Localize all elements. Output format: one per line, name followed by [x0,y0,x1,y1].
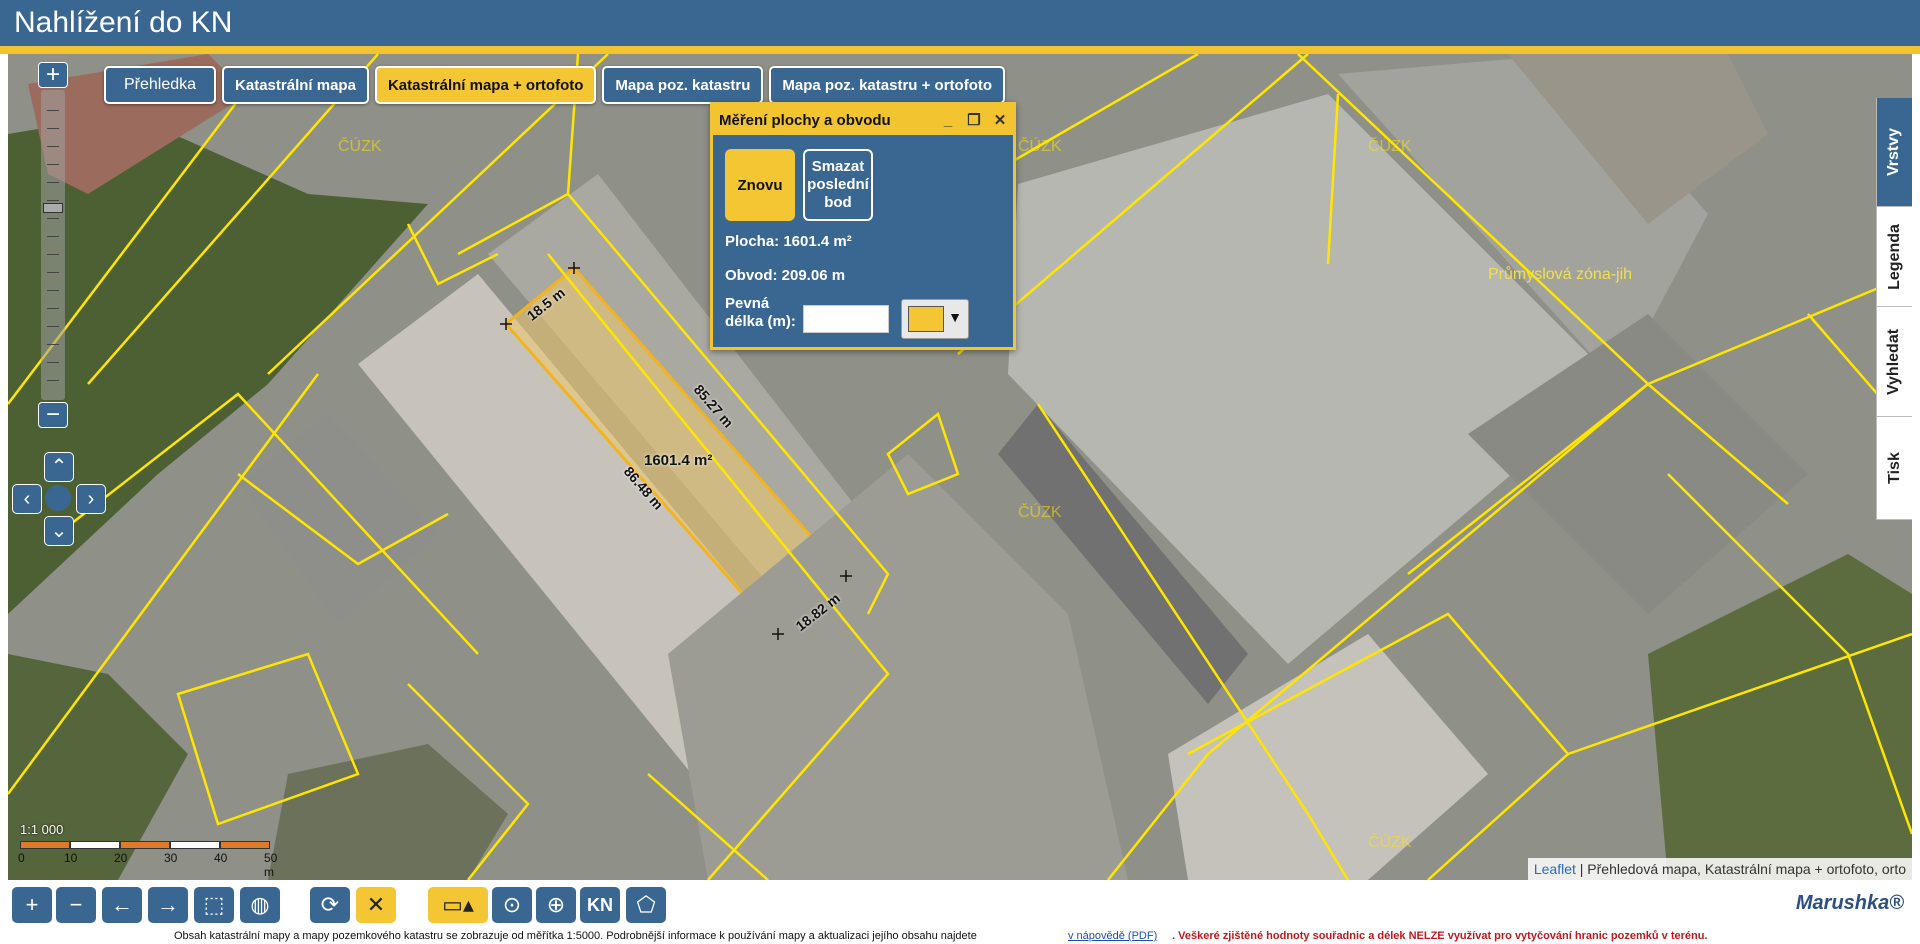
footer: Obsah katastrální mapy a mapy pozemkovéh… [0,928,1920,944]
side-tab-print[interactable]: Tisk [1876,416,1912,520]
close-icon[interactable]: ✕ [987,111,1013,129]
cancel-icon[interactable]: ✕ [356,887,396,923]
fixed-length-input[interactable] [803,305,889,333]
fixed-length-label: Pevná délka (m): [725,295,796,330]
scale-tick: 0 [18,851,25,865]
cuzk-watermark: ČÚZK [338,138,382,155]
footer-info: Obsah katastrální mapy a mapy pozemkovéh… [174,930,977,942]
header: Nahlížení do KN [0,0,1920,46]
refresh-icon[interactable]: ⟳ [310,887,350,923]
zoom-out-icon[interactable]: − [56,887,96,923]
gps-pin-icon[interactable]: ⊙ [492,887,532,923]
pan-down-button[interactable]: ⌄ [44,516,74,546]
zoom-rectangle-icon[interactable]: ⬚ [194,887,234,923]
delete-last-label: poslední [807,176,869,193]
zoom-in-button[interactable]: + [38,62,68,88]
back-arrow-icon[interactable]: ← [102,887,142,923]
layer-tab-overview[interactable]: Přehledka [104,66,217,104]
page-title: Nahlížení do KN [14,6,233,39]
map-attribution: Leaflet | Přehledová mapa, Katastrální m… [1527,858,1912,880]
app-window: Nahlížení do KN Průmyslová zóna-jih ČÚZK… [0,0,1920,944]
forward-arrow-icon[interactable]: → [148,887,188,923]
cuzk-watermark: ČÚZK [1018,138,1062,155]
cuzk-watermark: ČÚZK [1368,138,1412,155]
zoom-slider[interactable] [41,90,65,400]
select-parcel-icon[interactable]: ⬠ [626,887,666,923]
scale-tick: 20 [114,851,128,865]
maximize-icon[interactable]: ❐ [961,111,987,129]
measure-dialog-title: Měření plochy a obvodu [719,111,891,129]
side-tab-layers[interactable]: Vrstvy [1876,98,1912,206]
delete-last-point-button[interactable]: Smazat poslední bod [803,149,873,221]
scale-tick: 50 m [264,851,278,879]
pan-left-button[interactable]: ‹ [12,484,42,514]
layer-tab-land-cadastre[interactable]: Mapa poz. katastru [602,66,764,104]
restart-measure-button[interactable]: Znovu [725,149,795,221]
scale-tick: 30 [164,851,178,865]
locate-crosshair-icon[interactable]: ⊕ [536,887,576,923]
minimize-icon[interactable]: _ [935,112,961,129]
pan-control: ⌃ ‹ › ⌄ [12,452,106,548]
marushka-logo: Marushka® [1795,892,1904,914]
scale-ratio: 1:1 000 [20,822,64,837]
zone-label: Průmyslová zóna-jih [1488,266,1633,283]
measure-dialog: Měření plochy a obvodu _ ❐ ✕ Znovu Smaza… [710,102,1016,350]
layer-tab-land-cadastre-orthophoto[interactable]: Mapa poz. katastru + ortofoto [769,66,1006,104]
zoom-slider-handle[interactable] [43,203,63,213]
help-pdf-link[interactable]: v nápovědě (PDF) [1068,930,1157,942]
layer-tabs: Přehledka Katastrální mapa Katastrální m… [104,66,1006,104]
header-stripe [0,46,1920,54]
zoom-control: + − [38,62,68,428]
side-tab-legend[interactable]: Legenda [1876,206,1912,306]
cuzk-watermark: ČÚZK [1018,504,1062,521]
bottom-toolbar: + − ← → ⬚ ◍ ⟳ ✕ ▭▴ ⊙ ⊕ KN ⬠ Marushka® [0,880,1920,928]
color-swatch [908,306,944,332]
area-readout: Plocha: 1601.4 m² [725,233,852,250]
delete-last-label: bod [824,194,852,211]
perimeter-readout: Obvod: 209.06 m [725,267,846,284]
color-picker[interactable]: ▼ [901,299,969,339]
scale-tick: 10 [64,851,78,865]
measure-dialog-titlebar[interactable]: Měření plochy a obvodu _ ❐ ✕ [713,105,1013,135]
attribution-text: | Přehledová mapa, Katastrální mapa + or… [1575,861,1906,877]
chevron-down-icon: ▼ [948,309,962,325]
scale-bar: 1:1 000 0 10 20 30 40 50 m [18,822,280,879]
pan-up-button[interactable]: ⌃ [44,452,74,482]
area-label: 1601.4 m² [644,452,713,469]
layer-tab-cadastral-orthophoto[interactable]: Katastrální mapa + ortofoto [374,66,597,104]
globe-icon[interactable]: ◍ [240,887,280,923]
kn-button[interactable]: KN [580,887,620,923]
ruler-measure-icon[interactable]: ▭▴ [428,887,488,923]
layer-tab-cadastral-map[interactable]: Katastrální mapa [222,66,369,104]
cuzk-watermark: ČÚZK [1368,834,1412,851]
zoom-in-icon[interactable]: + [12,887,52,923]
pan-right-button[interactable]: › [76,484,106,514]
pan-center-button[interactable] [45,485,71,511]
delete-last-label: Smazat [811,158,865,175]
leaflet-link[interactable]: Leaflet [1534,861,1576,877]
zoom-out-button[interactable]: − [38,402,68,428]
side-tab-search[interactable]: Vyhledat [1876,306,1912,416]
scale-tick: 40 [214,851,228,865]
footer-warning: . Veškeré zjištěné hodnoty souřadnic a d… [1172,930,1708,942]
